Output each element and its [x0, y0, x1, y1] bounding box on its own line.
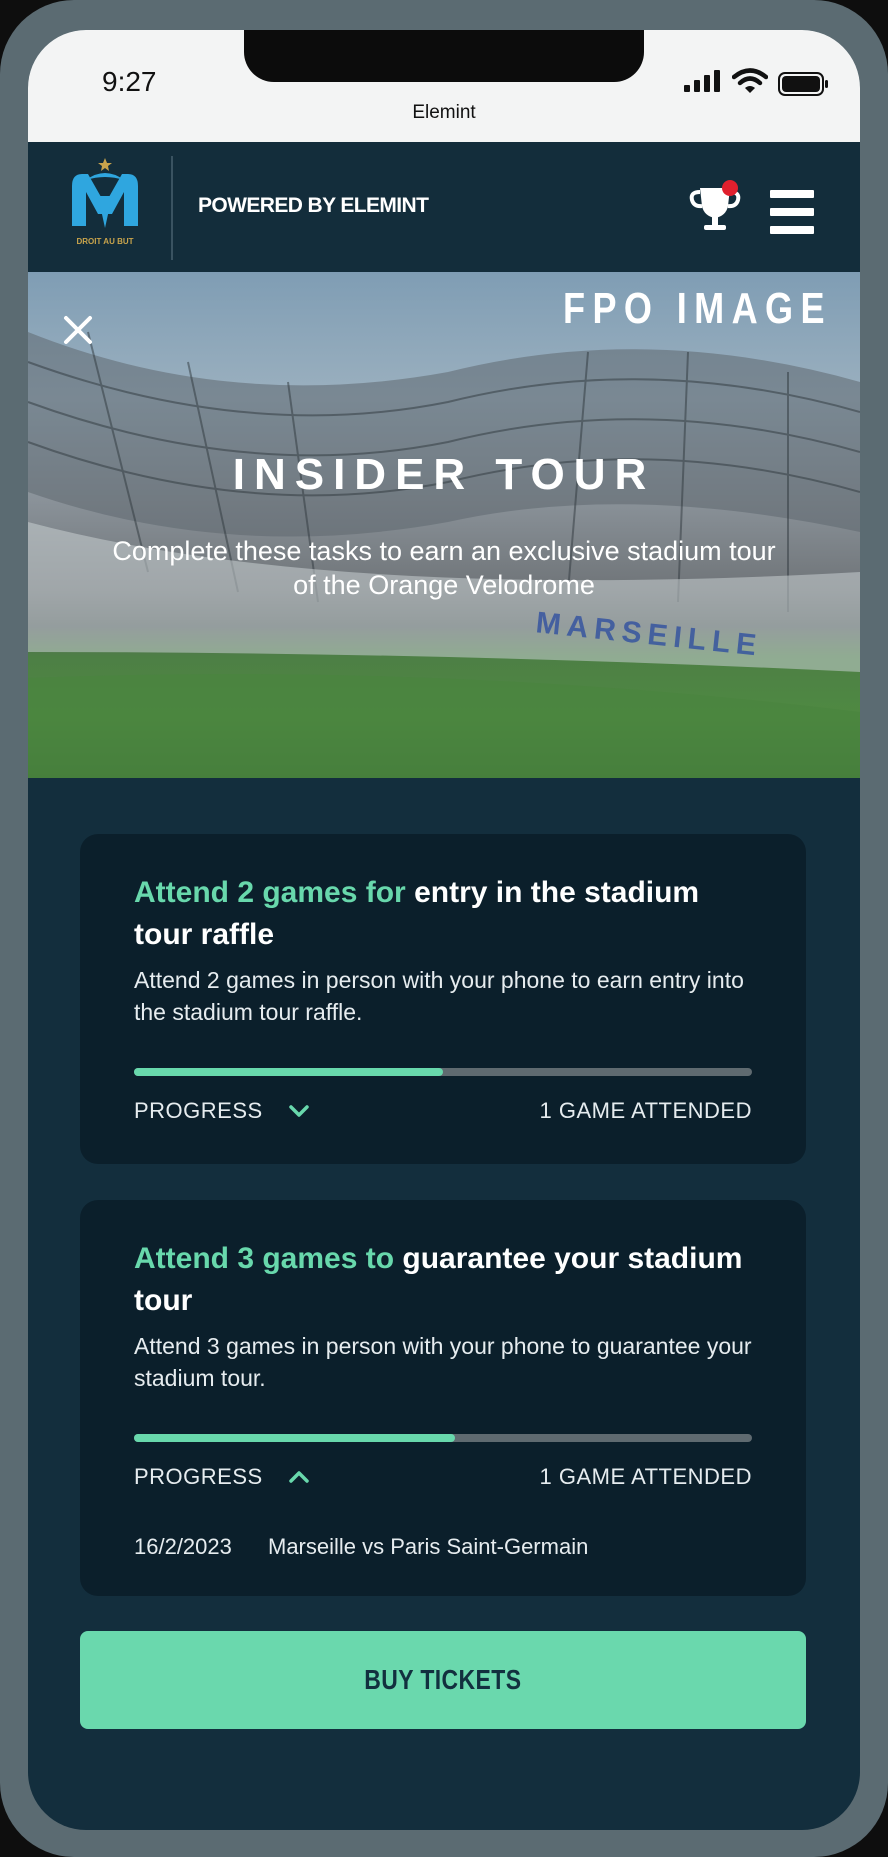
- progress-label: PROGRESS: [134, 1464, 263, 1489]
- club-logo-icon[interactable]: DROIT AU BUT: [64, 156, 146, 256]
- chevron-up-icon[interactable]: [288, 1466, 310, 1488]
- phone-frame: 9:27 Elemint DROIT AU BUT POWERED BY ELE…: [0, 0, 888, 1857]
- game-match: Marseille vs Paris Saint-Germain: [268, 1534, 589, 1559]
- task-title: Attend 3 games to guarantee your stadium…: [134, 1238, 764, 1322]
- battery-icon: [778, 72, 828, 96]
- task-title-accent: Attend 2 games for: [134, 876, 406, 909]
- notch: [244, 30, 644, 82]
- progress-bar: [134, 1068, 752, 1076]
- app-header: DROIT AU BUT POWERED BY ELEMINT: [28, 142, 860, 272]
- progress-bar: [134, 1434, 752, 1442]
- powered-by-label: POWERED BY ELEMINT: [198, 194, 429, 217]
- trophy-icon[interactable]: [684, 180, 746, 236]
- wifi-icon: [732, 68, 768, 93]
- task-description: Attend 2 games in person with your phone…: [134, 967, 744, 1025]
- hero-banner: MARSEILLE FPO IMAGE INSIDER TOUR Complet…: [28, 272, 860, 778]
- task-title-accent: Attend 3 games to: [134, 1242, 395, 1275]
- chevron-down-icon[interactable]: [288, 1100, 310, 1122]
- status-bar: 9:27 Elemint: [28, 30, 860, 142]
- task-card: Attend 3 games to guarantee your stadium…: [80, 1200, 806, 1596]
- svg-text:DROIT AU BUT: DROIT AU BUT: [76, 237, 133, 246]
- status-time: 9:27: [102, 66, 157, 97]
- progress-count: 1 GAME ATTENDED: [539, 1098, 752, 1123]
- hero-title: INSIDER TOUR: [232, 450, 656, 499]
- task-title: Attend 2 games for entry in the stadium …: [134, 872, 764, 956]
- hero-subtitle: Complete these tasks to earn an exclusiv…: [112, 536, 776, 600]
- progress-toggle[interactable]: PROGRESS 1 GAME ATTENDED: [134, 1464, 752, 1494]
- buy-tickets-label: BUY TICKETS: [364, 1664, 522, 1695]
- game-date: 16/2/2023: [134, 1534, 232, 1559]
- app-name: Elemint: [412, 102, 476, 123]
- task-card: Attend 2 games for entry in the stadium …: [80, 834, 806, 1164]
- progress-label: PROGRESS: [134, 1098, 263, 1123]
- stadium-structure: MARSEILLE: [28, 331, 860, 778]
- fpo-label: FPO IMAGE: [563, 284, 832, 333]
- screen: 9:27 Elemint DROIT AU BUT POWERED BY ELE…: [28, 30, 860, 1830]
- attended-game-row: 16/2/2023 Marseille vs Paris Saint-Germa…: [134, 1534, 588, 1560]
- header-divider: [171, 156, 173, 260]
- progress-count: 1 GAME ATTENDED: [539, 1464, 752, 1489]
- progress-fill: [134, 1068, 443, 1076]
- buy-tickets-button[interactable]: BUY TICKETS: [80, 1631, 806, 1729]
- close-icon[interactable]: [62, 314, 94, 346]
- task-description: Attend 3 games in person with your phone…: [134, 1333, 752, 1391]
- menu-icon[interactable]: [770, 190, 814, 244]
- progress-fill: [134, 1434, 456, 1442]
- progress-toggle[interactable]: PROGRESS 1 GAME ATTENDED: [134, 1098, 752, 1128]
- signal-icon: [684, 70, 720, 92]
